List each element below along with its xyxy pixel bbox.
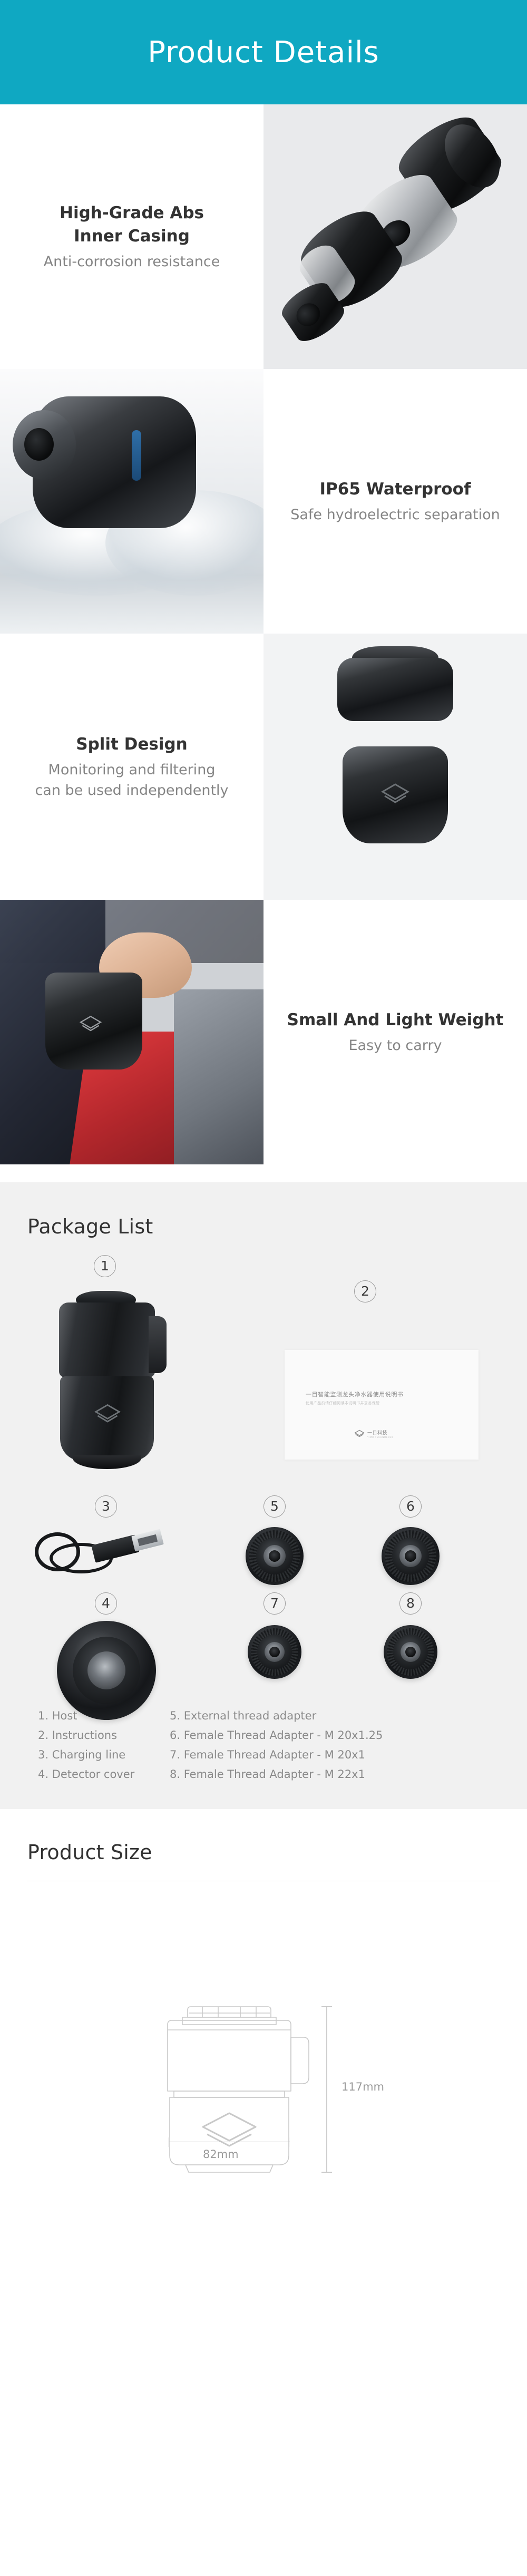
usb-charging-cable (32, 1527, 169, 1578)
feature-image-water-splash (0, 369, 264, 634)
product-size-section: Product Size 117mm 82mm (0, 1809, 527, 2213)
feature-row-abs-casing: High-Grade Abs Inner Casing Anti-corrosi… (0, 104, 527, 369)
package-list-section: Package List 1 2 一目智能监测龙头净水器使用说明书 使用产品前请… (0, 1182, 527, 1809)
adapter-hole (269, 1550, 280, 1562)
feature-subtitle-line2: can be used independently (35, 782, 229, 799)
female-thread-adapter-m20x1 (248, 1625, 301, 1679)
feature-text-abs-casing: High-Grade Abs Inner Casing Anti-corrosi… (0, 104, 264, 369)
package-label-3: 3. Charging line (38, 1748, 126, 1761)
section-spacer (0, 1164, 527, 1182)
feature-subtitle: Easy to carry (348, 1037, 442, 1054)
feature-subtitle-line1: Monitoring and filtering (48, 762, 216, 779)
product-dimension-drawing (167, 2006, 332, 2173)
page-title: Product Details (148, 35, 379, 70)
feature-title-line1: Small And Light Weight (287, 1010, 504, 1029)
package-labels-column-2: 5. External thread adapter 6. Female Thr… (170, 1709, 383, 1781)
package-badge-7: 7 (264, 1592, 286, 1615)
brand-logo-icon (79, 1015, 102, 1032)
package-label-7: 7. Female Thread Adapter - M 20x1 (170, 1748, 365, 1761)
package-items-stage: 1 2 一目智能监测龙头净水器使用说明书 使用产品前请仔细阅读本说明书并妥善保管 (0, 1238, 527, 1720)
exploded-parts-illustration (264, 104, 527, 369)
brand-logo-icon (202, 2112, 257, 2147)
product-size-title: Product Size (27, 1841, 152, 1864)
manual-brand-en: YIMU TECHNOLOGY (367, 1436, 394, 1438)
package-badge-3: 3 (95, 1495, 117, 1518)
feature-text-waterproof: IP65 Waterproof Safe hydroelectric separ… (264, 369, 527, 634)
package-label-4: 4. Detector cover (38, 1768, 135, 1781)
package-list-title: Package List (27, 1215, 153, 1238)
feature-title-line1: High-Grade Abs (60, 203, 204, 222)
feature-title-line1: IP65 Waterproof (319, 479, 471, 499)
package-badge-8: 8 (399, 1592, 422, 1615)
package-label-6: 6. Female Thread Adapter - M 20x1.25 (170, 1729, 383, 1742)
feature-subtitle: Anti-corrosion resistance (43, 253, 220, 270)
feature-title-line1: Split Design (76, 735, 188, 754)
feature-image-split-device (264, 634, 527, 900)
adapter-hole (405, 1550, 416, 1562)
manual-brand-text: 一目科技 YIMU TECHNOLOGY (367, 1429, 393, 1438)
female-thread-adapter-m20x125 (382, 1527, 440, 1585)
manual-brand-cn: 一目科技 (367, 1431, 388, 1436)
feature-text-split-design: Split Design Monitoring and filtering ca… (0, 634, 264, 900)
package-badge-6: 6 (399, 1495, 422, 1518)
jacket-grey-panel (174, 989, 264, 1164)
feature-subtitle: Safe hydroelectric separation (290, 506, 500, 523)
host-clip (149, 1316, 167, 1373)
manual-title: 一目智能监测龙头净水器使用说明书 (306, 1391, 404, 1398)
external-thread-adapter (246, 1527, 304, 1585)
waterproof-device-nozzle-hole (24, 428, 54, 461)
feature-row-waterproof: IP65 Waterproof Safe hydroelectric separ… (0, 369, 527, 634)
width-dimension-label: 82mm (203, 2148, 239, 2161)
usb-plug-connector (131, 1529, 164, 1552)
package-badge-2: 2 (354, 1280, 376, 1302)
adapter-hole (405, 1647, 416, 1657)
feature-text-light-weight: Small And Light Weight Easy to carry (264, 900, 527, 1164)
package-label-2: 2. Instructions (38, 1729, 118, 1742)
package-badge-4: 4 (95, 1592, 117, 1615)
package-badge-5: 5 (264, 1495, 286, 1518)
package-badge-1: 1 (94, 1255, 116, 1277)
feature-row-light-weight: Small And Light Weight Easy to carry (0, 900, 527, 1164)
detector-cover-core (87, 1651, 125, 1689)
height-dimension-line (321, 2006, 332, 2173)
manual-brand: 一目科技 YIMU TECHNOLOGY (354, 1429, 393, 1438)
page-header-banner: Product Details (0, 0, 527, 104)
height-dimension-label: 117mm (341, 2081, 384, 2093)
package-labels-column-1: 1. Host 2. Instructions 3. Charging line… (38, 1709, 160, 1781)
brand-logo-icon (354, 1430, 365, 1437)
female-thread-adapter-m22x1 (384, 1625, 437, 1679)
manual-subtitle: 使用产品前请仔细阅读本说明书并妥善保管 (306, 1401, 380, 1405)
package-item-labels: 1. Host 2. Instructions 3. Charging line… (0, 1702, 527, 1781)
package-label-8: 8. Female Thread Adapter - M 22x1 (170, 1768, 365, 1781)
host-foot (73, 1455, 141, 1469)
split-top-module (337, 658, 453, 721)
waterproof-device-indicator (132, 430, 141, 481)
feature-image-hand-carry (0, 900, 264, 1164)
adapter-hole (269, 1647, 280, 1657)
product-size-diagram: 117mm 82mm (0, 1881, 527, 2176)
host-upper-body (59, 1302, 155, 1377)
package-label-5: 5. External thread adapter (170, 1709, 317, 1722)
detector-cover (57, 1621, 156, 1720)
brand-logo-icon (94, 1404, 121, 1423)
feature-title-line2: Inner Casing (74, 226, 190, 246)
brand-logo-icon (381, 783, 409, 803)
feature-row-split-design: Split Design Monitoring and filtering ca… (0, 634, 527, 900)
feature-image-exploded-parts (264, 104, 527, 369)
product-detail-page: Product Details High-Grade Abs Inner Cas… (0, 0, 527, 2213)
